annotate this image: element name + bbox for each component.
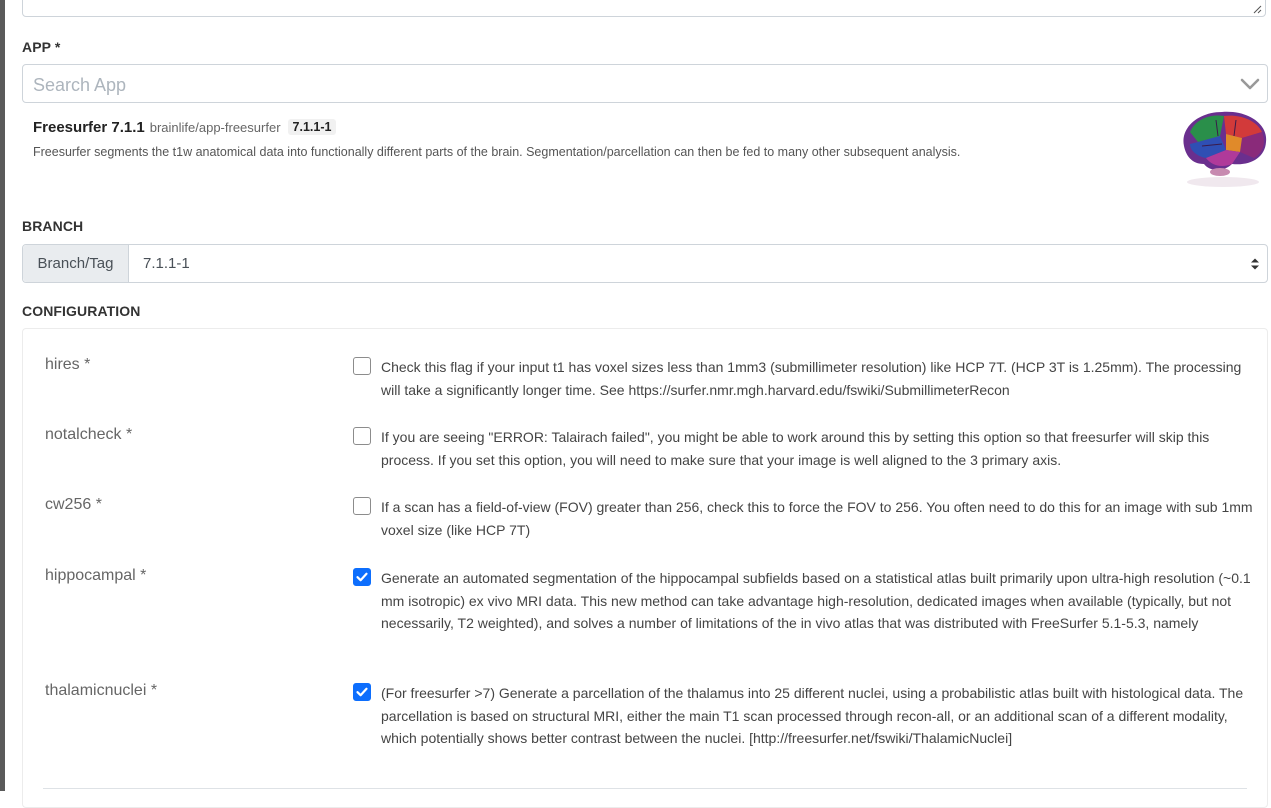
selected-app-card: Freesurfer 7.1.1 brainlife/app-freesurfe… (33, 116, 1163, 160)
config-name: hippocampal * (45, 567, 147, 584)
config-name: cw256 * (45, 496, 102, 513)
app-repo: brainlife/app-freesurfer (149, 119, 281, 135)
branch-select[interactable]: Branch/Tag 7.1.1-1 (22, 244, 1268, 283)
app-description: Freesurfer segments the t1w anatomical d… (33, 145, 961, 159)
thalamicnuclei-checkbox[interactable] (353, 683, 371, 701)
config-name: hires * (45, 356, 91, 373)
app-search-select[interactable]: Search App (22, 64, 1268, 103)
left-panel-edge (0, 0, 5, 791)
brain-logo-icon (1176, 106, 1270, 190)
branch-tag-addon: Branch/Tag (23, 245, 129, 282)
config-name: thalamicnuclei * (45, 682, 158, 699)
app-version-badge: 7.1.1-1 (287, 119, 337, 135)
check-icon (356, 687, 368, 697)
hires-checkbox[interactable] (353, 357, 371, 375)
resize-grip-icon[interactable] (1253, 5, 1262, 14)
config-description: (For freesurfer >7) Generate a parcellat… (381, 685, 1244, 746)
hippocampal-checkbox[interactable] (353, 568, 371, 586)
chevron-down-icon[interactable] (1239, 74, 1261, 94)
branch-value[interactable]: 7.1.1-1 (129, 245, 1243, 282)
description-textarea[interactable] (22, 0, 1266, 17)
cw256-checkbox[interactable] (353, 497, 371, 515)
sort-arrows-icon[interactable] (1243, 245, 1267, 282)
config-description: If you are seeing "ERROR: Talairach fail… (381, 429, 1210, 468)
app-section-label: APP * (22, 39, 61, 55)
app-search-placeholder: Search App (33, 75, 127, 95)
divider (43, 788, 1247, 789)
check-icon (356, 572, 368, 582)
config-description: If a scan has a field-of-view (FOV) grea… (381, 499, 1253, 538)
app-name: Freesurfer 7.1.1 (33, 118, 145, 136)
config-section-label: CONFIGURATION (22, 303, 141, 319)
notalcheck-checkbox[interactable] (353, 427, 371, 445)
config-name: notalcheck * (45, 426, 133, 443)
configuration-panel: hires * Check this flag if your input t1… (22, 328, 1268, 808)
config-description: Check this flag if your input t1 has vox… (381, 359, 1242, 398)
branch-section-label: BRANCH (22, 218, 84, 234)
config-description: Generate an automated segmentation of th… (381, 570, 1251, 631)
